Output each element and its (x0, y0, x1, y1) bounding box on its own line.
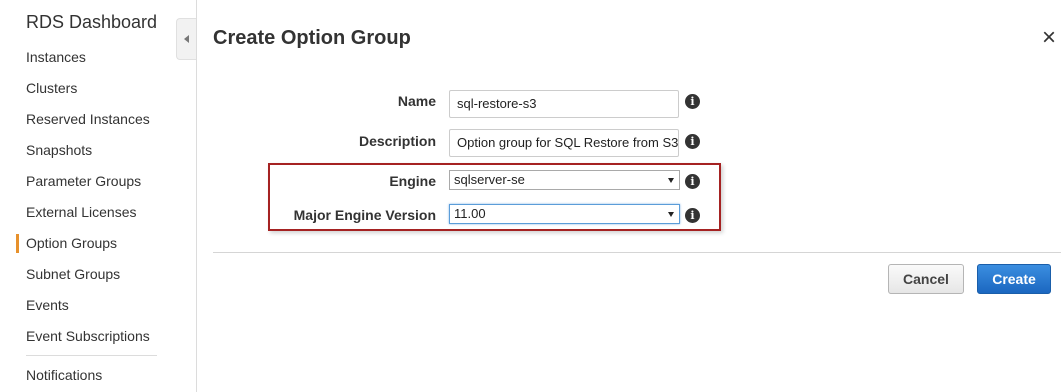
sidebar-item-parameter-groups[interactable]: Parameter Groups (26, 173, 141, 189)
sidebar-item-events[interactable]: Events (26, 297, 69, 313)
sidebar-item-external-licenses[interactable]: External Licenses (26, 204, 137, 220)
close-icon[interactable]: × (1040, 24, 1058, 52)
cancel-button[interactable]: Cancel (888, 264, 964, 294)
sidebar-item-subnet-groups[interactable]: Subnet Groups (26, 266, 120, 282)
description-info-icon[interactable]: i (685, 134, 700, 149)
sidebar-item-notifications[interactable]: Notifications (26, 367, 102, 383)
dropdown-arrow-icon (668, 178, 674, 183)
major-engine-version-label: Major Engine Version (293, 207, 436, 223)
sidebar: RDS Dashboard Instances Clusters Reserve… (0, 0, 197, 392)
sidebar-item-event-subscriptions[interactable]: Event Subscriptions (26, 328, 150, 344)
dropdown-arrow-icon (668, 212, 674, 217)
name-info-icon[interactable]: i (685, 94, 700, 109)
major-engine-version-value: 11.00 (454, 206, 486, 221)
engine-info-icon[interactable]: i (685, 174, 700, 189)
version-info-icon[interactable]: i (685, 208, 700, 223)
create-button[interactable]: Create (977, 264, 1051, 294)
description-label: Description (358, 133, 436, 149)
collapse-sidebar-button[interactable] (176, 18, 196, 60)
description-input[interactable]: Option group for SQL Restore from S3 (449, 129, 679, 157)
sidebar-item-snapshots[interactable]: Snapshots (26, 142, 92, 158)
name-input[interactable]: sql-restore-s3 (449, 90, 679, 118)
engine-label: Engine (389, 173, 436, 189)
engine-select-value: sqlserver-se (454, 172, 525, 187)
footer-divider (213, 252, 1061, 253)
sidebar-item-reserved-instances[interactable]: Reserved Instances (26, 111, 150, 127)
major-engine-version-select[interactable]: 11.00 (449, 204, 680, 224)
sidebar-item-instances[interactable]: Instances (26, 49, 86, 65)
sidebar-item-clusters[interactable]: Clusters (26, 80, 77, 96)
sidebar-divider (26, 355, 157, 356)
name-label: Name (397, 93, 436, 109)
page-title: Create Option Group (213, 27, 411, 49)
engine-select[interactable]: sqlserver-se (449, 170, 680, 190)
chevron-left-icon (184, 35, 189, 43)
sidebar-item-option-groups[interactable]: Option Groups (15, 234, 117, 253)
sidebar-title[interactable]: RDS Dashboard (26, 12, 157, 33)
